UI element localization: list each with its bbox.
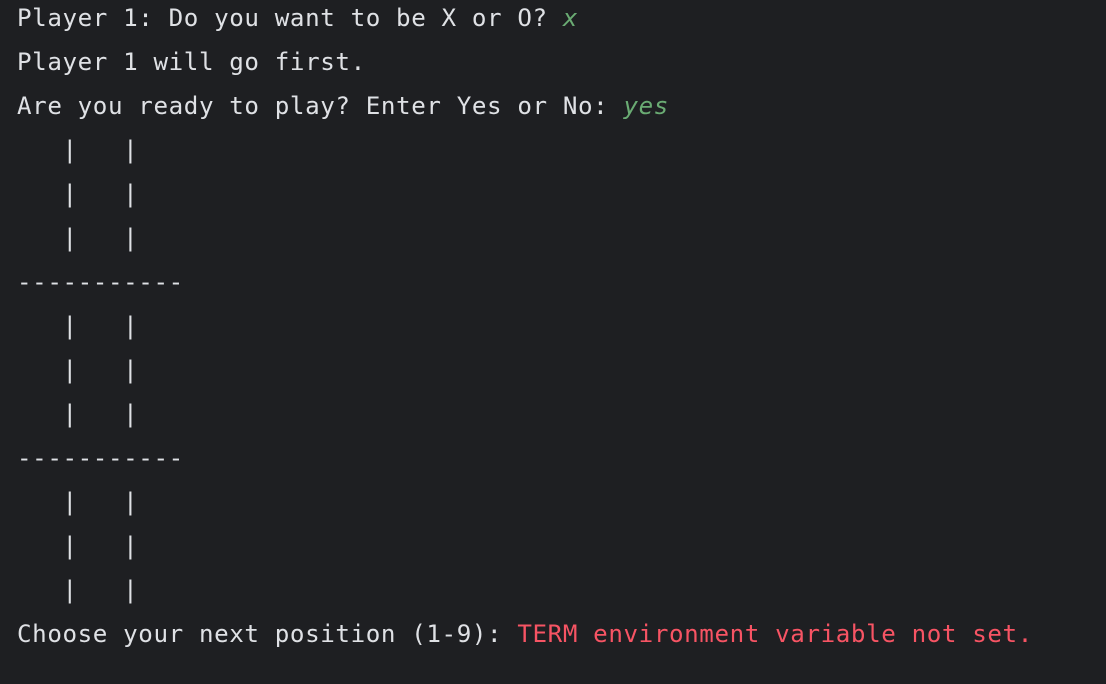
board-row-line: | | [17, 356, 139, 384]
ready-prompt-line: Are you ready to play? Enter Yes or No: … [17, 89, 1106, 133]
position-prompt-line: Choose your next position (1-9): TERM en… [17, 617, 1106, 661]
error-message: TERM environment variable not set. [517, 620, 1033, 648]
board-row-line: | | [17, 180, 139, 208]
ready-user-input: yes [623, 92, 669, 120]
board-row-line: | | [17, 576, 139, 604]
first-player-message: Player 1 will go first. [17, 48, 366, 76]
board-separator: ----------- [17, 444, 184, 472]
symbol-prompt-text: Player 1: Do you want to be X or O? [17, 4, 563, 32]
board-row-line: | | [17, 136, 139, 164]
board-row-line: | | [17, 224, 139, 252]
board-row-line: | | [17, 400, 139, 428]
board-row-line: | | [17, 312, 139, 340]
ready-prompt-text: Are you ready to play? Enter Yes or No: [17, 92, 624, 120]
terminal-output[interactable]: Player 1: Do you want to be X or O? x Pl… [0, 0, 1106, 684]
board-separator: ----------- [17, 268, 184, 296]
position-prompt-text: Choose your next position (1-9): [17, 620, 518, 648]
board-row-line: | | [17, 532, 139, 560]
board-row-line: | | [17, 488, 139, 516]
symbol-user-input: x [562, 4, 579, 32]
symbol-prompt-line: Player 1: Do you want to be X or O? x [17, 1, 1106, 45]
